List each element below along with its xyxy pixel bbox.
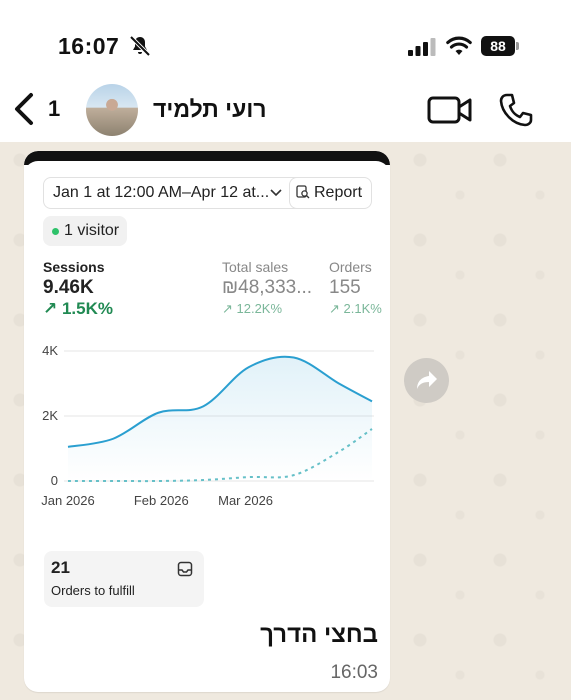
- message-text: בחצי הדרך: [260, 621, 378, 648]
- metric-orders-change: ↗ 2.1K%: [329, 301, 382, 316]
- contact-name[interactable]: רועי תלמיד: [153, 96, 267, 123]
- battery-indicator: 88: [481, 36, 519, 56]
- metric-sessions-label: Sessions: [43, 259, 105, 275]
- forward-button[interactable]: [404, 358, 449, 403]
- contact-avatar[interactable]: [86, 84, 138, 136]
- chevron-down-icon: [270, 189, 282, 197]
- x-tick-label: Jan 2026: [41, 493, 95, 508]
- status-bar: 16:07 88: [0, 0, 571, 80]
- battery-tip: [516, 42, 519, 50]
- y-tick-label: 4K: [42, 343, 58, 358]
- battery-level: 88: [481, 36, 515, 56]
- back-unread-count[interactable]: 1: [48, 96, 60, 122]
- fulfill-label: Orders to fulfill: [51, 583, 135, 598]
- live-dot-icon: [52, 228, 59, 235]
- cell-signal-icon: [408, 38, 436, 56]
- bell-slash-icon: [129, 35, 151, 57]
- inbox-icon: [177, 561, 193, 577]
- wifi-icon: [446, 36, 472, 55]
- metric-sessions-value: 9.46K: [43, 277, 94, 298]
- y-tick-label: 2K: [42, 408, 58, 423]
- metric-sessions-change: ↗ 1.5K%: [43, 299, 113, 318]
- sessions-line-chart: 0 2K 4K Jan 2026 Feb 2026 Mar 2026: [41, 343, 374, 508]
- forward-arrow-icon: [417, 371, 437, 389]
- report-search-icon: [296, 185, 310, 199]
- metric-sales-label: Total sales: [222, 259, 289, 275]
- x-tick-label: Mar 2026: [218, 493, 273, 508]
- video-call-icon[interactable]: [427, 94, 473, 126]
- voice-call-icon[interactable]: [498, 92, 534, 128]
- metric-orders-value: 155: [329, 277, 361, 298]
- metric-orders-label: Orders: [329, 259, 372, 275]
- fulfill-count: 21: [51, 558, 70, 577]
- x-tick-label: Feb 2026: [134, 493, 189, 508]
- message-timestamp: 16:03: [330, 662, 378, 683]
- chat-header: 1 רועי תלמיד: [0, 80, 571, 142]
- shared-screenshot-image[interactable]: Jan 1 at 12:00 AM–Apr 12 at... Report 1 …: [24, 161, 390, 616]
- y-tick-label: 0: [51, 473, 58, 488]
- metric-sales-change: ↗ 12.2K%: [222, 301, 283, 316]
- message-bubble[interactable]: Jan 1 at 12:00 AM–Apr 12 at... Report 1 …: [24, 151, 390, 692]
- back-chevron-icon[interactable]: [12, 92, 36, 126]
- orders-to-fulfill-card[interactable]: 21 Orders to fulfill: [44, 551, 204, 607]
- metric-sales-value: ₪48,333...: [222, 277, 313, 298]
- status-time: 16:07: [58, 33, 120, 59]
